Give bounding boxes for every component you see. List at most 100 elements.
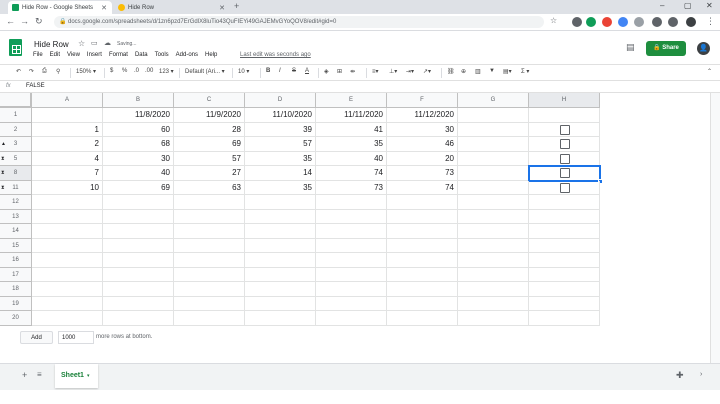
table-cell[interactable]	[529, 311, 600, 326]
url-input[interactable]: 🔒 docs.google.com/spreadsheets/d/1zn6pzd…	[54, 16, 544, 28]
table-cell[interactable]: 69	[174, 137, 245, 152]
maximize-icon[interactable]: ▢	[684, 1, 692, 10]
table-cell[interactable]: 27	[174, 166, 245, 181]
extension-icon[interactable]	[586, 17, 596, 27]
hidden-rows-arrow-icon[interactable]: ⧗	[1, 152, 5, 166]
table-cell[interactable]	[174, 224, 245, 239]
text-color-button[interactable]: A	[305, 68, 309, 74]
table-cell[interactable]	[387, 267, 458, 282]
row-header[interactable]: 17	[0, 267, 32, 282]
table-cell[interactable]	[103, 238, 174, 253]
add-rows-count-input[interactable]: 1000	[58, 331, 94, 344]
table-cell[interactable]: 11/12/2020	[387, 108, 458, 123]
table-cell[interactable]	[387, 195, 458, 210]
table-cell[interactable]	[174, 282, 245, 297]
table-cell[interactable]	[32, 267, 103, 282]
table-cell[interactable]	[529, 224, 600, 239]
table-cell[interactable]	[529, 253, 600, 268]
formula-input[interactable]: FALSE	[26, 83, 45, 89]
close-tab-icon[interactable]: ✕	[101, 4, 107, 12]
table-cell[interactable]	[32, 238, 103, 253]
table-cell[interactable]: 11/11/2020	[316, 108, 387, 123]
column-header-a[interactable]: A	[32, 93, 103, 108]
table-cell[interactable]	[32, 195, 103, 210]
table-cell[interactable]: 30	[387, 122, 458, 137]
row-header[interactable]: 12	[0, 195, 32, 210]
avatar[interactable]: 👤	[697, 42, 710, 55]
currency-format-button[interactable]: $	[110, 68, 113, 74]
collapse-menu-icon[interactable]: ⌃	[707, 68, 712, 75]
add-rows-button[interactable]: Add	[20, 331, 53, 344]
table-cell[interactable]	[174, 311, 245, 326]
table-cell[interactable]	[174, 296, 245, 311]
zoom-select[interactable]: 150% ▾	[76, 68, 96, 75]
table-cell[interactable]	[529, 282, 600, 297]
table-cell[interactable]: 68	[103, 137, 174, 152]
insert-link-icon[interactable]: ⛓	[447, 68, 455, 75]
back-icon[interactable]: ←	[6, 16, 15, 26]
print-icon[interactable]: ⎙	[42, 68, 47, 75]
table-cell[interactable]: 11/9/2020	[174, 108, 245, 123]
table-cell[interactable]	[316, 267, 387, 282]
table-cell[interactable]	[458, 224, 529, 239]
table-cell[interactable]	[245, 253, 316, 268]
column-header-b[interactable]: B	[103, 93, 174, 108]
row-header[interactable]: 20	[0, 311, 32, 326]
column-header-c[interactable]: C	[174, 93, 245, 108]
sheet-tab-active[interactable]: Sheet1 ▾	[55, 364, 98, 388]
more-menu-icon[interactable]: ⋮	[706, 16, 715, 27]
select-all-corner[interactable]	[0, 93, 32, 108]
table-cell[interactable]: 4	[32, 151, 103, 166]
table-cell[interactable]	[458, 238, 529, 253]
menu-file[interactable]: File	[33, 52, 43, 58]
table-cell[interactable]	[174, 209, 245, 224]
table-cell[interactable]: 11/8/2020	[103, 108, 174, 123]
table-cell[interactable]: 40	[103, 166, 174, 181]
add-sheet-icon[interactable]: +	[22, 370, 27, 380]
table-cell[interactable]	[245, 282, 316, 297]
bookmark-star-icon[interactable]: ☆	[550, 16, 557, 25]
browser-tab-active[interactable]: Hide Row - Google Sheets ✕	[8, 1, 112, 14]
minimize-icon[interactable]: –	[660, 1, 664, 10]
explore-icon[interactable]: ✚	[676, 370, 684, 381]
table-cell[interactable]	[458, 282, 529, 297]
reload-icon[interactable]: ↻	[35, 16, 43, 27]
table-cell[interactable]	[32, 108, 103, 123]
table-cell[interactable]: 73	[316, 180, 387, 195]
table-cell[interactable]: 14	[245, 166, 316, 181]
table-cell[interactable]	[103, 253, 174, 268]
paint-format-icon[interactable]: ⚲	[56, 68, 60, 75]
extension-icon[interactable]	[602, 17, 612, 27]
sheets-logo-icon[interactable]	[9, 39, 22, 56]
table-cell[interactable]	[103, 195, 174, 210]
table-cell[interactable]: 40	[316, 151, 387, 166]
column-header-f[interactable]: F	[387, 93, 458, 108]
menu-data[interactable]: Data	[135, 52, 148, 58]
table-cell[interactable]	[529, 296, 600, 311]
row-header[interactable]: 2	[0, 122, 32, 137]
profile-icon[interactable]	[686, 17, 696, 27]
menu-addons[interactable]: Add-ons	[176, 52, 198, 58]
new-tab-icon[interactable]: +	[234, 1, 239, 11]
comments-icon[interactable]: ▤	[626, 42, 635, 53]
vertical-align-icon[interactable]: ⊥▾	[389, 68, 397, 75]
table-cell[interactable]: 1	[32, 122, 103, 137]
table-cell[interactable]: 28	[174, 122, 245, 137]
table-cell[interactable]	[458, 151, 529, 166]
table-cell[interactable]	[316, 282, 387, 297]
share-button[interactable]: 🔒 Share	[646, 41, 686, 56]
browser-tab[interactable]: Hide Row ✕	[114, 1, 230, 14]
insert-chart-icon[interactable]: ▥	[475, 68, 481, 75]
row-header[interactable]: 5 ⧗	[0, 151, 32, 166]
table-cell[interactable]	[103, 282, 174, 297]
filter-icon[interactable]: ▼	[489, 68, 495, 74]
table-cell[interactable]	[529, 267, 600, 282]
close-window-icon[interactable]: ✕	[706, 1, 713, 10]
row-header[interactable]: 15	[0, 238, 32, 253]
table-cell[interactable]	[316, 296, 387, 311]
font-size-select[interactable]: 10 ▾	[238, 68, 249, 75]
checkbox[interactable]	[559, 153, 570, 164]
row-header[interactable]: 14	[0, 224, 32, 239]
table-cell[interactable]	[174, 267, 245, 282]
table-cell[interactable]: 73	[387, 166, 458, 181]
